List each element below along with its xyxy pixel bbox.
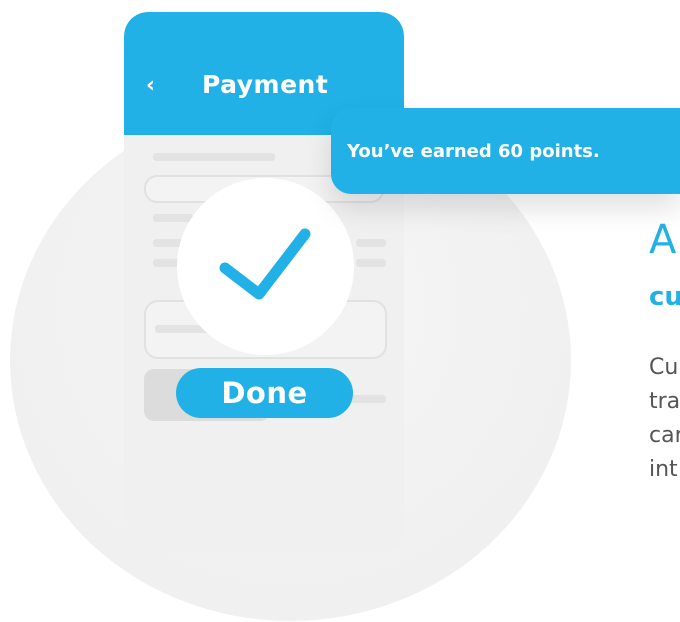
done-button[interactable]: Done [176, 368, 353, 418]
points-toast: You’ve earned 60 points. [331, 108, 680, 194]
page-title: Payment [202, 70, 329, 99]
skeleton-line [356, 259, 386, 267]
side-body-line: tra [649, 389, 680, 414]
side-heading: A [649, 217, 677, 263]
checkmark-icon [219, 228, 311, 300]
toast-message: You’ve earned 60 points. [347, 140, 600, 162]
side-body-line: int [649, 457, 678, 482]
success-badge [177, 178, 354, 355]
side-body-line: Cu [649, 355, 679, 380]
skeleton-line [153, 153, 275, 161]
skeleton-line [356, 239, 386, 247]
side-body-line: car [649, 423, 680, 448]
chevron-left-icon[interactable]: ‹ [146, 72, 155, 100]
side-subheading: cu [649, 282, 680, 312]
